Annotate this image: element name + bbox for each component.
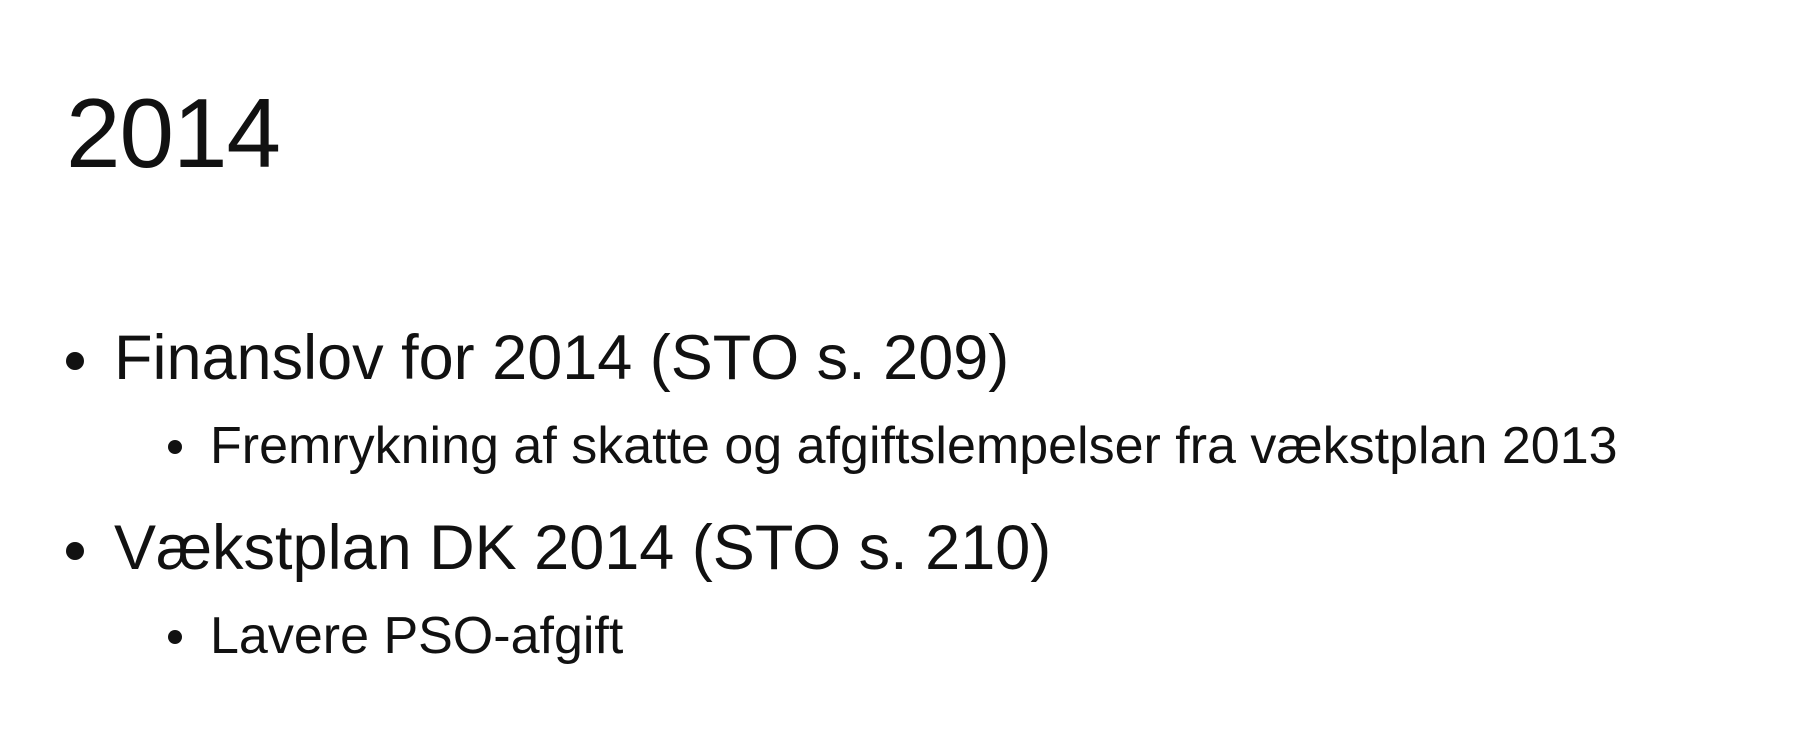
bullet-list: Finanslov for 2014 (STO s. 209) Fremrykn… [0, 0, 1808, 732]
bullet-dot-icon [66, 352, 84, 370]
sub-bullet-item: Fremrykning af skatte og afgiftslempelse… [168, 416, 1618, 476]
bullet-dot-icon [66, 542, 84, 560]
bullet-item: Finanslov for 2014 (STO s. 209) [66, 322, 1010, 394]
bullet-text: Vækstplan DK 2014 (STO s. 210) [114, 513, 1052, 583]
sub-bullet-text: Lavere PSO-afgift [210, 607, 624, 665]
bullet-item: Vækstplan DK 2014 (STO s. 210) [66, 512, 1052, 584]
sub-bullet-item: Lavere PSO-afgift [168, 606, 624, 666]
slide: 2014 Finanslov for 2014 (STO s. 209) Fre… [0, 0, 1808, 732]
sub-bullet-text: Fremrykning af skatte og afgiftslempelse… [210, 417, 1618, 475]
bullet-dot-icon [168, 630, 182, 644]
bullet-dot-icon [168, 440, 182, 454]
bullet-text: Finanslov for 2014 (STO s. 209) [114, 323, 1010, 393]
